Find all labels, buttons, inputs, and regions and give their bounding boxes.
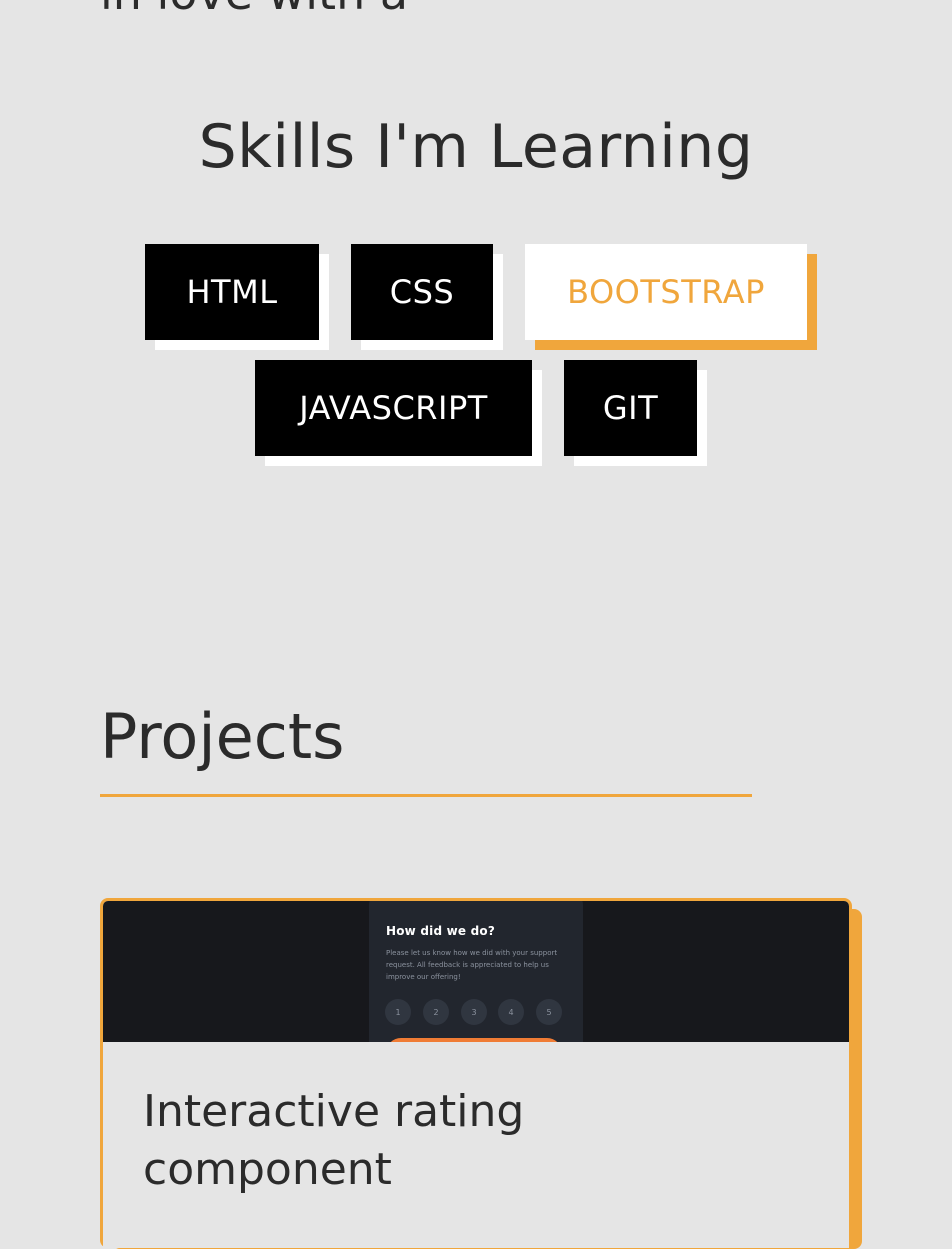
skill-chip-css[interactable]: CSS — [351, 244, 493, 340]
about-heading-partial: in love with a — [100, 0, 408, 20]
skill-chip-git[interactable]: GIT — [564, 360, 697, 456]
preview-rating-1: 1 — [385, 999, 411, 1025]
preview-heading: How did we do? — [386, 924, 496, 938]
preview-description: Please let us know how we did with your … — [386, 949, 558, 981]
project-card-title[interactable]: Interactive rating component — [143, 1083, 603, 1199]
preview-rating-2: 2 — [423, 999, 449, 1025]
skill-chip-javascript[interactable]: JAVASCRIPT — [255, 360, 532, 456]
project-card-body: How did we do? Please let us know how we… — [103, 901, 849, 1248]
project-preview-image: How did we do? Please let us know how we… — [103, 901, 849, 1042]
preview-rating-5: 5 — [536, 999, 562, 1025]
project-card-rating-component[interactable]: How did we do? Please let us know how we… — [100, 898, 852, 1248]
skills-title: Skills I'm Learning — [198, 112, 754, 182]
preview-rating-3: 3 — [461, 999, 487, 1025]
preview-submit-button — [386, 1038, 562, 1042]
skill-chip-html[interactable]: HTML — [145, 244, 319, 340]
skill-chip-bootstrap[interactable]: BOOTSTRAP — [525, 244, 807, 340]
preview-rating-4: 4 — [498, 999, 524, 1025]
projects-divider — [100, 794, 752, 797]
projects-title: Projects — [100, 700, 345, 773]
